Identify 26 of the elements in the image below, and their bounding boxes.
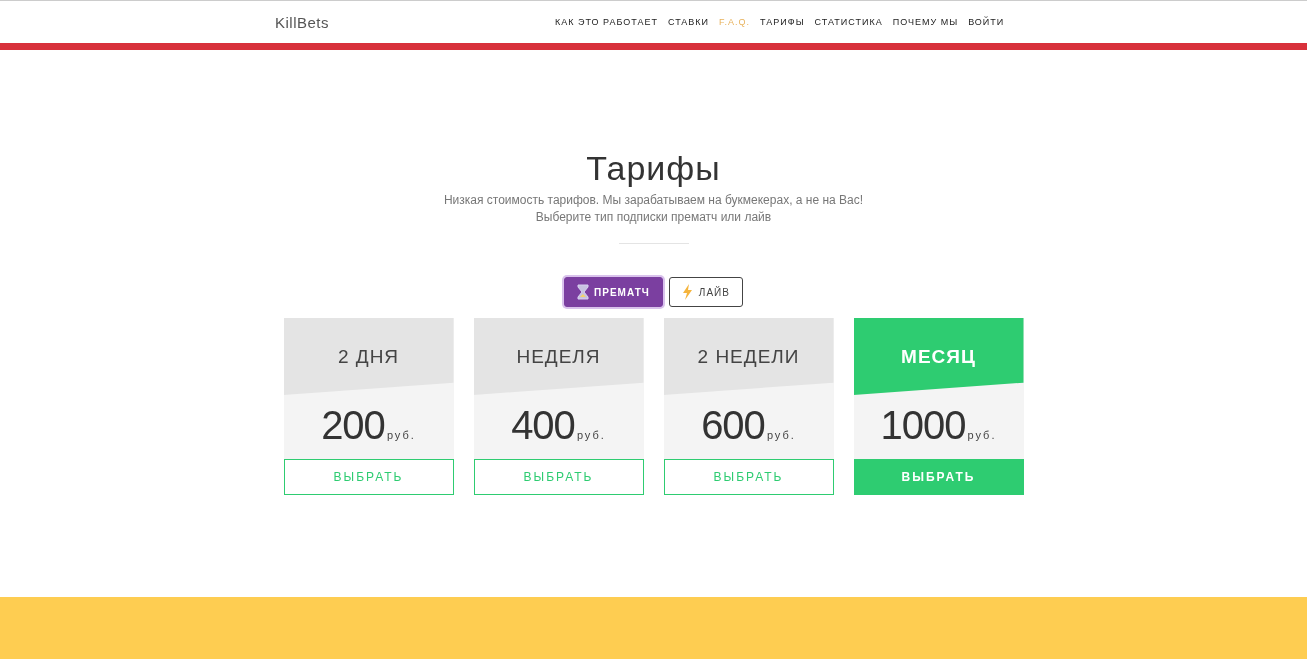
plan-name: НЕДЕЛЯ: [516, 345, 601, 368]
nav-link[interactable]: ПОЧЕМУ МЫ: [892, 17, 959, 27]
brand-logo[interactable]: KillBets: [275, 13, 555, 31]
lightning-icon: [681, 284, 694, 300]
price-amount: 400: [511, 403, 575, 448]
currency-label: руб.: [967, 429, 997, 441]
plan-name: МЕСЯЦ: [901, 345, 976, 368]
nav-link[interactable]: ТАРИФЫ: [760, 17, 805, 27]
currency-label: руб.: [576, 429, 606, 441]
section-title: Тарифы: [586, 148, 721, 188]
nav-link[interactable]: ВОЙТИ: [968, 17, 1005, 27]
currency-label: руб.: [386, 429, 416, 441]
toggle-button[interactable]: ПРЕМАТЧ: [564, 277, 663, 307]
plan-name: 2 ДНЯ: [337, 345, 400, 368]
price-amount: 200: [321, 403, 385, 448]
nav-link[interactable]: СТАВКИ: [667, 17, 710, 27]
subtitle-text: Низкая стоимость тарифов. Мы зарабатываем на букмекерах, а не на Вас!: [443, 192, 864, 209]
price-amount: 1000: [880, 403, 966, 448]
nav-link[interactable]: СТАТИСТИКА: [814, 17, 883, 27]
price-amount: 600: [701, 403, 765, 448]
subtitle-text: Выберите тип подписки прематч или лайв: [534, 209, 773, 226]
plan-name: 2 НЕДЕЛИ: [697, 345, 800, 368]
hourglass-icon: [577, 284, 590, 300]
toggle-button[interactable]: ЛАЙВ: [668, 277, 743, 307]
currency-label: руб.: [766, 429, 796, 441]
nav-link[interactable]: КАК ЭТО РАБОТАЕТ: [555, 17, 658, 27]
